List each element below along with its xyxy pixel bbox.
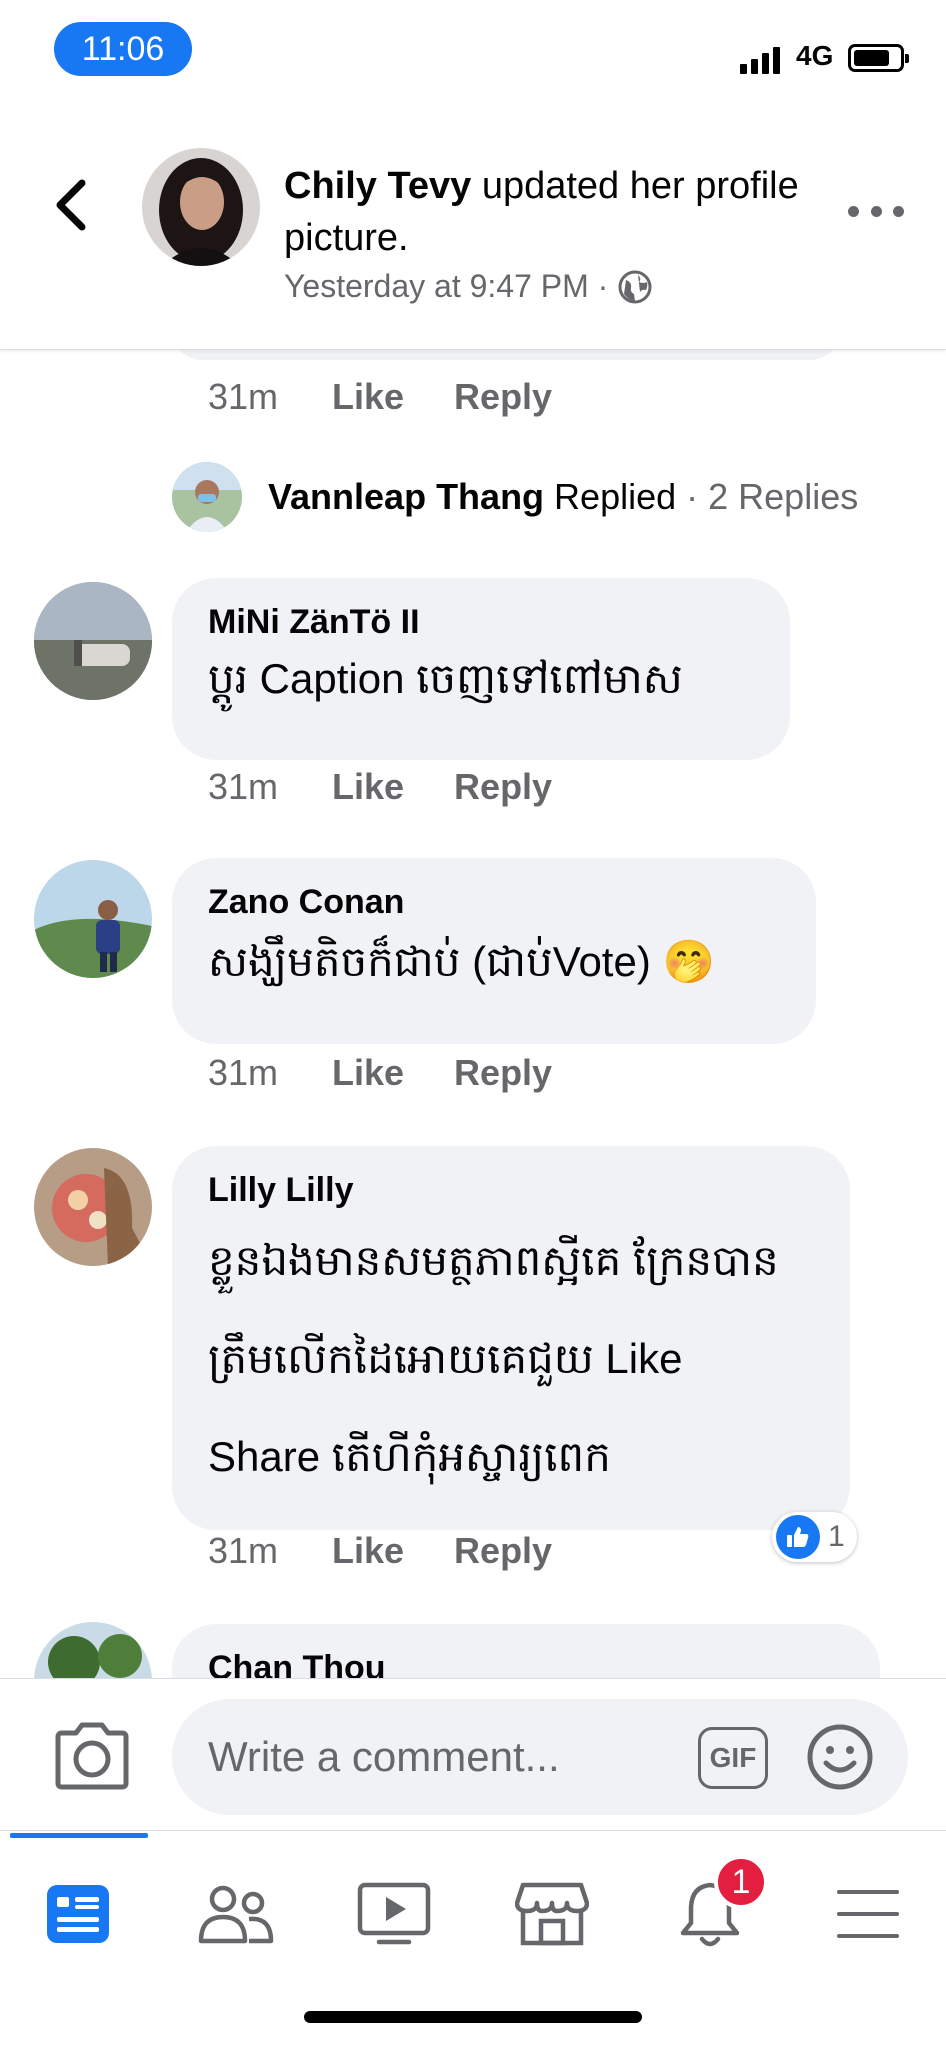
emoji-icon: [807, 1724, 873, 1790]
menu-icon: [837, 1890, 899, 1938]
comments-list: 31m Like Reply Vannleap Thang Replied · …: [0, 350, 946, 1678]
friends-icon: [198, 1885, 274, 1944]
post-header: Chily Tevy updated her profile picture. …: [0, 100, 946, 350]
nav-friends[interactable]: [186, 1869, 286, 1959]
status-time: 11:06: [54, 22, 192, 76]
comment-time: 31m: [208, 766, 279, 807]
author-name[interactable]: Chily Tevy: [284, 165, 471, 207]
gif-button[interactable]: GIF: [698, 1727, 768, 1789]
bottom-nav: 1: [0, 1830, 946, 2048]
reply-button[interactable]: Reply: [454, 1530, 552, 1572]
nav-watch[interactable]: [344, 1869, 444, 1959]
comment-input[interactable]: [172, 1699, 908, 1815]
comment-author[interactable]: Chan Thou: [208, 1646, 844, 1678]
comment-bubble[interactable]: Chan Thou: [172, 1624, 880, 1678]
nav-menu[interactable]: [818, 1869, 918, 1959]
like-button[interactable]: Like: [332, 1052, 404, 1094]
back-button[interactable]: [40, 170, 100, 240]
reply-button[interactable]: Reply: [454, 766, 552, 808]
watch-icon: [357, 1882, 431, 1945]
marketplace-icon: [515, 1882, 589, 1946]
reply-verb: Replied: [554, 476, 677, 517]
emoji-button[interactable]: [806, 1723, 874, 1791]
comment-actions: 31m Like Reply: [208, 766, 602, 808]
camera-icon: [55, 1722, 129, 1790]
chevron-left-icon: [56, 179, 86, 231]
comment-composer: GIF: [0, 1678, 946, 1830]
home-indicator[interactable]: [304, 2011, 642, 2023]
author-avatar[interactable]: [142, 148, 260, 266]
comment-text-line: ត្រឹមលើកដៃអោយគេជួយ Like: [208, 1335, 683, 1382]
reaction-summary[interactable]: 1: [772, 1512, 857, 1562]
active-tab-indicator: [10, 1833, 148, 1838]
comment-text-line: ខ្លួនឯងមានសមត្ថភាពស្អីគេ ក្រែនបាន: [208, 1237, 779, 1284]
more-options-button[interactable]: [848, 196, 904, 226]
comment-actions: 31m Like Reply: [208, 1052, 602, 1094]
nav-news-feed[interactable]: [28, 1869, 128, 1959]
nav-notifications[interactable]: 1: [660, 1855, 768, 1959]
news-feed-icon: [47, 1885, 109, 1943]
comment-time: 31m: [208, 376, 279, 417]
post-title: Chily Tevy updated her profile picture.: [284, 160, 804, 264]
status-bar: 11:06 4G: [0, 0, 946, 100]
reaction-count: 1: [828, 1520, 845, 1553]
signal-icon: [740, 44, 780, 74]
like-button[interactable]: Like: [332, 376, 404, 418]
reply-author: Vannleap Thang: [268, 476, 545, 517]
network-type: 4G: [796, 40, 834, 71]
comment-bubble[interactable]: MiNi ZänTö II ប្តូរ Caption ចេញទៅពៅមាស: [172, 578, 790, 760]
comment-time: 31m: [208, 1530, 279, 1571]
battery-icon: [848, 44, 909, 72]
comment-text-line: Share តើហីកុំអស្ចារ្យពេក: [208, 1433, 611, 1480]
comment-author[interactable]: Lilly Lilly: [208, 1168, 814, 1212]
comment-actions: 31m Like Reply: [208, 1530, 602, 1572]
camera-button[interactable]: [52, 1719, 132, 1791]
reply-button[interactable]: Reply: [454, 376, 552, 418]
avatar: [172, 462, 242, 532]
comment-text: ខ្លួនឯងមានសមត្ថភាពស្អីគេ ក្រែនបាន ត្រឹមល…: [208, 1212, 814, 1506]
post-timestamp[interactable]: Yesterday at 9:47 PM ·: [284, 268, 608, 305]
post-meta: Yesterday at 9:47 PM ·: [284, 268, 652, 305]
comment-actions: 31m Like Reply: [208, 376, 602, 418]
globe-icon: [618, 270, 652, 303]
avatar[interactable]: [34, 860, 152, 978]
comment-text: សង្ឃឹមតិចក៏ជាប់ (ជាប់Vote) 🤭: [208, 938, 715, 985]
like-reaction-icon: [776, 1515, 820, 1559]
avatar[interactable]: [34, 1622, 152, 1678]
view-replies-link[interactable]: Vannleap Thang Replied · 2 Replies: [172, 462, 858, 532]
avatar[interactable]: [34, 1148, 152, 1266]
comment-bubble[interactable]: Lilly Lilly ខ្លួនឯងមានសមត្ថភាពស្អីគេ ក្រ…: [172, 1146, 850, 1530]
more-icon: [848, 205, 859, 217]
reply-button[interactable]: Reply: [454, 1052, 552, 1094]
avatar[interactable]: [34, 582, 152, 700]
previous-comment-bubble: [172, 350, 840, 360]
comment-text: ប្តូរ Caption ចេញទៅពៅមាស: [208, 655, 683, 702]
comment-time: 31m: [208, 1052, 279, 1093]
like-button[interactable]: Like: [332, 1530, 404, 1572]
like-button[interactable]: Like: [332, 766, 404, 808]
comment-bubble[interactable]: Zano Conan សង្ឃឹមតិចក៏ជាប់ (ជាប់Vote) 🤭: [172, 858, 816, 1044]
reply-count: · 2 Replies: [686, 476, 859, 517]
nav-marketplace[interactable]: [502, 1869, 602, 1959]
notification-badge: 1: [714, 1855, 768, 1909]
comment-author[interactable]: MiNi ZänTö II: [208, 600, 754, 644]
comment-author[interactable]: Zano Conan: [208, 880, 780, 924]
